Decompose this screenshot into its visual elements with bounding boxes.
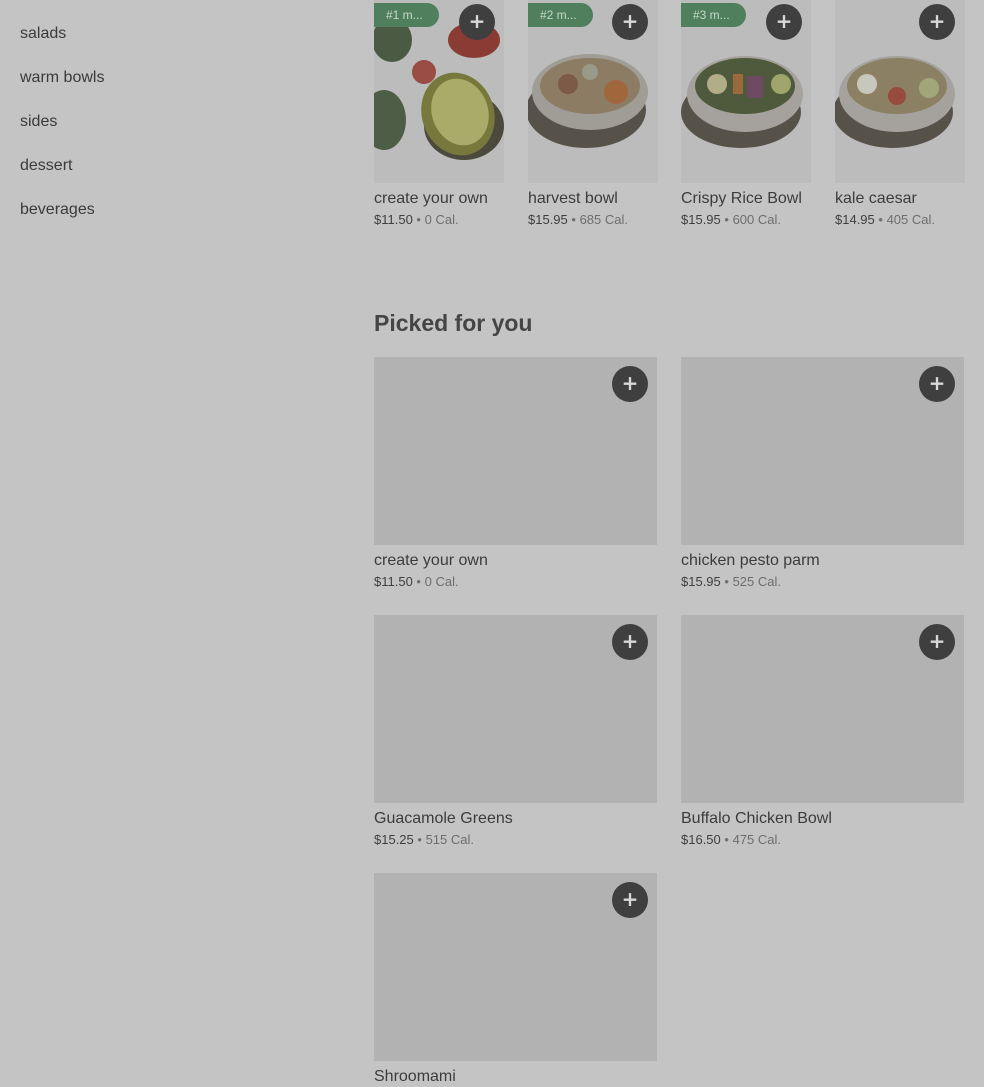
plus-icon: + — [621, 887, 639, 911]
item-price: $16.50 — [681, 832, 721, 847]
item-image: #2 m... + — [528, 0, 658, 183]
item-price: $11.50 — [374, 212, 413, 227]
item-name: kale caesar — [835, 190, 917, 207]
picked-item-card[interactable]: + create your own $11.50 • 0 Cal. — [374, 357, 657, 590]
add-button[interactable]: + — [919, 624, 955, 660]
add-button[interactable]: + — [766, 4, 802, 40]
sidebar-item-dessert[interactable]: dessert — [20, 132, 320, 176]
separator: • — [417, 832, 422, 847]
item-calories: 475 Cal. — [732, 832, 781, 847]
add-button[interactable]: + — [919, 366, 955, 402]
plus-icon: + — [775, 9, 793, 33]
item-price: $11.50 — [374, 574, 413, 589]
plus-icon: + — [928, 9, 946, 33]
item-meta: $14.95 • 405 Cal. — [835, 212, 965, 228]
item-image: + — [835, 0, 965, 183]
top-item-card[interactable]: #1 m... + create your own $11.50 • 0 Cal… — [374, 0, 504, 228]
plus-icon: + — [621, 9, 639, 33]
item-calories: 685 Cal. — [579, 212, 628, 227]
item-name: harvest bowl — [528, 190, 618, 207]
plus-icon: + — [621, 371, 639, 395]
item-calories: 0 Cal. — [424, 212, 459, 227]
separator: • — [724, 832, 729, 847]
item-name: create your own — [374, 190, 488, 207]
item-price: $15.25 — [374, 832, 414, 847]
item-name: Guacamole Greens — [374, 810, 513, 827]
top-item-card[interactable]: #3 m... + Crispy Rice Bowl $15.95 • 600 … — [681, 0, 811, 228]
sidebar-item-beverages[interactable]: beverages — [20, 176, 320, 220]
rank-badge: #3 m... — [681, 3, 746, 27]
item-name: chicken pesto parm — [681, 552, 820, 569]
item-meta: $15.95 • 600 Cal. — [681, 212, 811, 228]
item-meta: $15.25 • 515 Cal. — [374, 832, 657, 848]
plus-icon: + — [928, 371, 946, 395]
item-image-placeholder: + — [374, 615, 657, 803]
item-meta: $11.50 • 0 Cal. — [374, 574, 657, 590]
section-title: Picked for you — [374, 310, 533, 336]
item-name: Buffalo Chicken Bowl — [681, 810, 832, 827]
item-name: Crispy Rice Bowl — [681, 190, 802, 207]
item-meta: $11.50 • 0 Cal. — [374, 212, 504, 228]
item-image: #1 m... + — [374, 0, 504, 183]
item-meta: $15.95 • 685 Cal. — [528, 212, 658, 228]
item-image-placeholder: + — [374, 873, 657, 1061]
item-image-placeholder: + — [681, 615, 964, 803]
separator: • — [416, 212, 421, 227]
add-button[interactable]: + — [612, 624, 648, 660]
item-image: #3 m... + — [681, 0, 811, 183]
separator: • — [724, 212, 729, 227]
item-meta: $15.95 • 525 Cal. — [681, 574, 964, 590]
item-price: $15.95 — [528, 212, 568, 227]
item-calories: 405 Cal. — [886, 212, 935, 227]
separator: • — [416, 574, 421, 589]
picked-item-card[interactable]: + Buffalo Chicken Bowl $16.50 • 475 Cal. — [681, 615, 964, 848]
rank-badge: #1 m... — [374, 3, 439, 27]
sidebar-item-sides[interactable]: sides — [20, 88, 320, 132]
item-calories: 600 Cal. — [732, 212, 781, 227]
add-button[interactable]: + — [612, 4, 648, 40]
item-image-placeholder: + — [681, 357, 964, 545]
top-item-card[interactable]: #2 m... + harvest bowl $15.95 • 685 Cal. — [528, 0, 658, 228]
picked-item-card[interactable]: + chicken pesto parm $15.95 • 525 Cal. — [681, 357, 964, 590]
picked-item-card[interactable]: + Guacamole Greens $15.25 • 515 Cal. — [374, 615, 657, 848]
item-calories: 515 Cal. — [425, 832, 474, 847]
add-button[interactable]: + — [459, 4, 495, 40]
item-price: $15.95 — [681, 212, 721, 227]
picked-item-card[interactable]: + Shroomami — [374, 873, 657, 1087]
sidebar-item-salads[interactable]: salads — [20, 0, 320, 44]
separator: • — [571, 212, 576, 227]
item-price: $15.95 — [681, 574, 721, 589]
plus-icon: + — [928, 629, 946, 653]
top-item-card[interactable]: + kale caesar $14.95 • 405 Cal. — [835, 0, 965, 228]
separator: • — [878, 212, 883, 227]
item-image-placeholder: + — [374, 357, 657, 545]
add-button[interactable]: + — [612, 366, 648, 402]
item-name: create your own — [374, 552, 488, 569]
item-price: $14.95 — [835, 212, 875, 227]
sidebar-item-warm-bowls[interactable]: warm bowls — [20, 44, 320, 88]
plus-icon: + — [621, 629, 639, 653]
add-button[interactable]: + — [919, 4, 955, 40]
item-name: Shroomami — [374, 1068, 456, 1085]
separator: • — [724, 574, 729, 589]
rank-badge: #2 m... — [528, 3, 593, 27]
category-sidebar: salads warm bowls sides dessert beverage… — [20, 0, 320, 220]
add-button[interactable]: + — [612, 882, 648, 918]
item-meta: $16.50 • 475 Cal. — [681, 832, 964, 848]
item-calories: 525 Cal. — [732, 574, 781, 589]
plus-icon: + — [468, 9, 486, 33]
item-calories: 0 Cal. — [424, 574, 459, 589]
